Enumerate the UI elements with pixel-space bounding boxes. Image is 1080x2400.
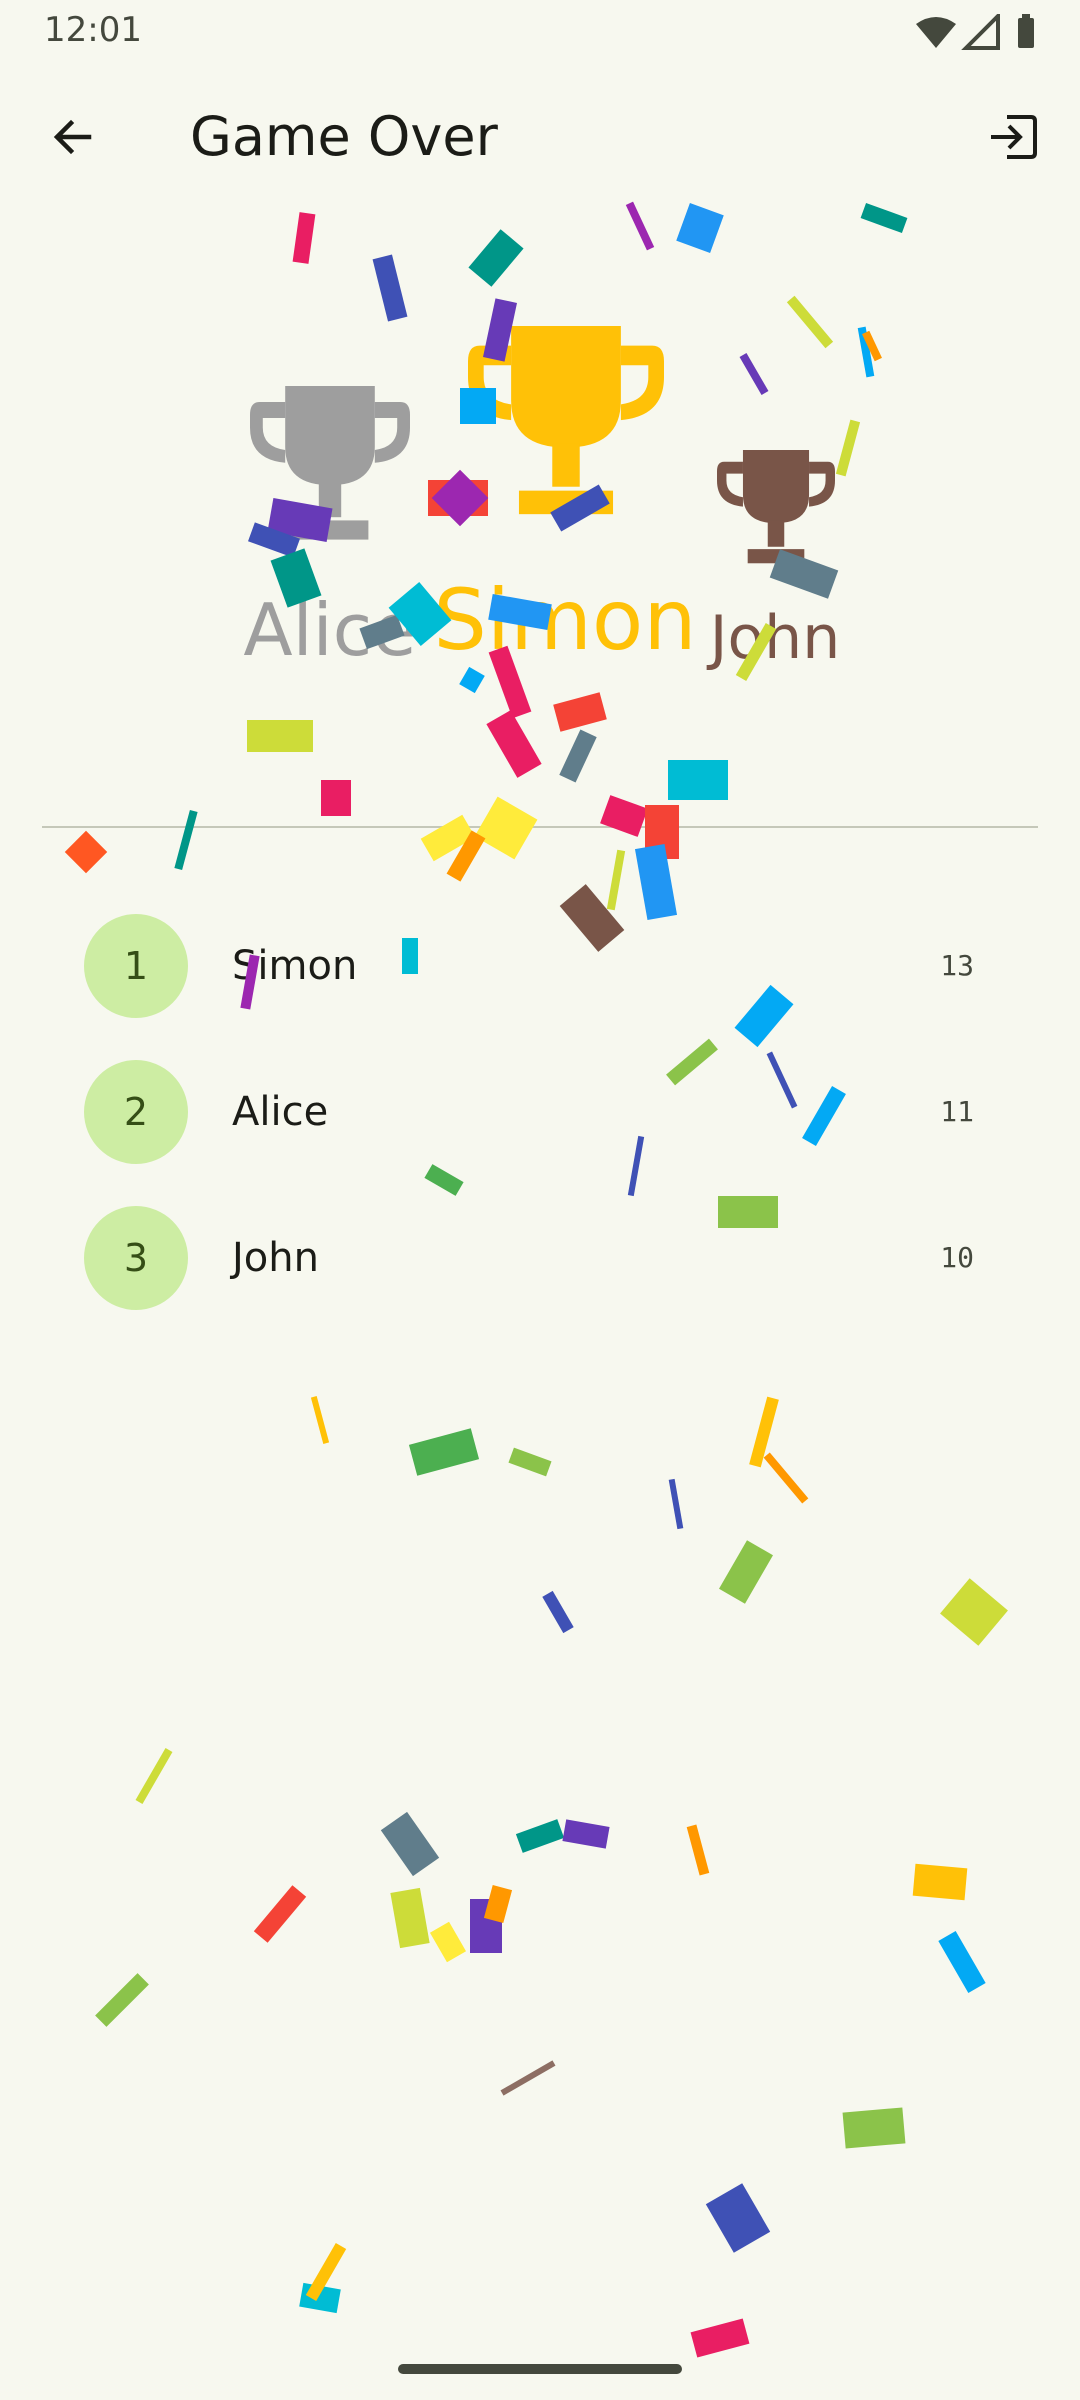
player-name: Alice: [232, 1089, 329, 1135]
confetti-piece: [305, 2243, 347, 2301]
top-app-bar: Game Over: [0, 64, 1080, 210]
signal-icon: [961, 14, 1000, 50]
player-name: John: [232, 1235, 319, 1281]
confetti-piece: [719, 1540, 773, 1604]
rank-badge: 3: [84, 1206, 188, 1310]
battery-icon: [1018, 18, 1034, 48]
confetti-piece: [390, 1887, 430, 1949]
confetti-piece: [380, 1811, 440, 1877]
confetti-piece: [408, 1428, 480, 1476]
silver-trophy-icon: [250, 386, 410, 540]
podium-name-first: Simon: [433, 571, 697, 669]
confetti-piece: [253, 1885, 307, 1943]
confetti-piece: [705, 2183, 771, 2253]
confetti-piece: [542, 1590, 574, 1634]
page-title: Game Over: [190, 105, 498, 168]
confetti-piece: [95, 1973, 149, 2027]
confetti-piece: [912, 1863, 968, 1901]
confetti-piece: [446, 830, 486, 882]
confetti-piece: [135, 1748, 173, 1804]
confetti-piece: [483, 1884, 513, 1924]
confetti-piece: [686, 1824, 710, 1876]
podium-name-third: John: [709, 603, 841, 673]
player-score: 13: [940, 949, 974, 982]
confetti-piece: [508, 1447, 552, 1477]
confetti-piece: [64, 830, 108, 874]
list-item: 1 Simon 13: [0, 890, 1080, 1036]
confetti-piece: [690, 2318, 750, 2358]
list-item: 2 Alice 11: [0, 1036, 1080, 1182]
podium-name-second: Alice: [243, 588, 417, 672]
status-bar: 12:01: [0, 0, 1080, 64]
gesture-navigation-bar[interactable]: [398, 2364, 682, 2374]
bronze-trophy-icon: [717, 450, 835, 564]
status-time: 12:01: [44, 10, 142, 50]
divider: [42, 826, 1038, 828]
confetti-piece: [299, 2282, 341, 2314]
status-icons: [916, 14, 1034, 50]
confetti-piece: [668, 1478, 684, 1530]
rank-badge: 2: [84, 1060, 188, 1164]
podium: Alice Simon John: [0, 210, 1080, 830]
wifi-icon: [916, 17, 956, 48]
confetti-piece: [940, 1578, 1008, 1646]
exit-button[interactable]: [980, 104, 1046, 170]
player-name: Simon: [232, 943, 358, 989]
confetti-piece: [842, 2107, 906, 2149]
arrow-back-icon: [53, 119, 92, 155]
list-item: 3 John 10: [0, 1182, 1080, 1328]
confetti-piece: [938, 1931, 986, 1993]
confetti-piece: [749, 1396, 779, 1468]
confetti-piece: [310, 1396, 330, 1444]
confetti-piece: [515, 1819, 565, 1853]
player-score: 10: [940, 1241, 974, 1274]
confetti-piece: [562, 1819, 610, 1849]
gold-trophy-icon: [468, 326, 664, 515]
confetti-piece: [763, 1452, 809, 1504]
confetti-piece: [429, 1921, 467, 1963]
back-button[interactable]: [40, 104, 106, 170]
confetti-piece: [500, 2060, 556, 2096]
confetti-piece: [470, 1899, 502, 1953]
exit-icon: [991, 115, 1037, 159]
rank-badge: 1: [84, 914, 188, 1018]
player-score: 11: [940, 1095, 974, 1128]
